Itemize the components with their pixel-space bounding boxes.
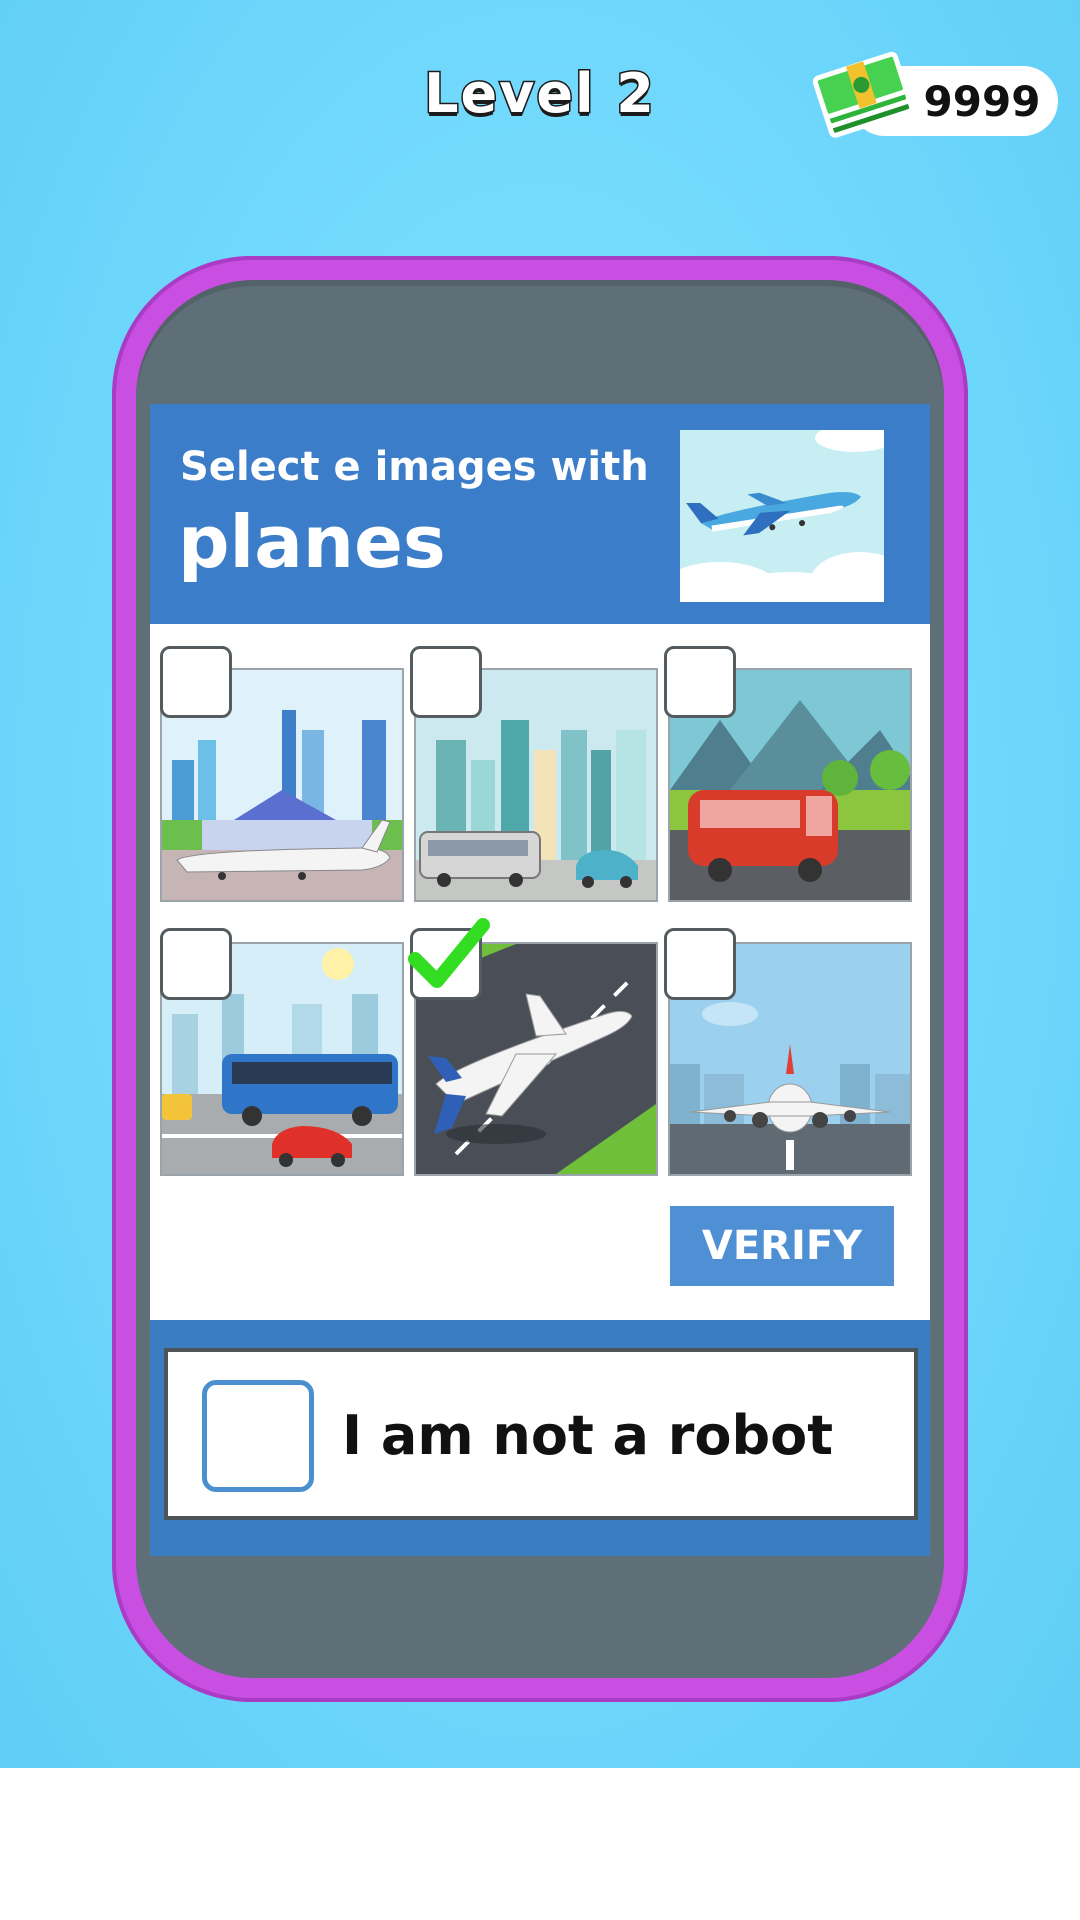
tile-checkbox[interactable] xyxy=(664,928,736,1000)
tile-checkbox[interactable] xyxy=(160,646,232,718)
reference-plane-image xyxy=(680,430,884,602)
verify-button[interactable]: VERIFY xyxy=(670,1206,894,1286)
tile-checkbox[interactable] xyxy=(410,646,482,718)
not-a-robot-checkbox[interactable] xyxy=(202,1380,314,1492)
bottom-blank-area xyxy=(0,1768,1080,1920)
tile-checkbox[interactable] xyxy=(408,918,490,1000)
tile-checkbox[interactable] xyxy=(664,646,736,718)
captcha-target-word: planes xyxy=(178,500,446,584)
not-a-robot-label: I am not a robot xyxy=(342,1404,834,1467)
tile-checkbox[interactable] xyxy=(160,928,232,1000)
cash-stack-icon xyxy=(812,50,920,142)
coin-value: 9999 xyxy=(923,77,1041,126)
green-check-icon xyxy=(408,918,490,988)
captcha-prompt: Select e images with xyxy=(180,444,649,490)
